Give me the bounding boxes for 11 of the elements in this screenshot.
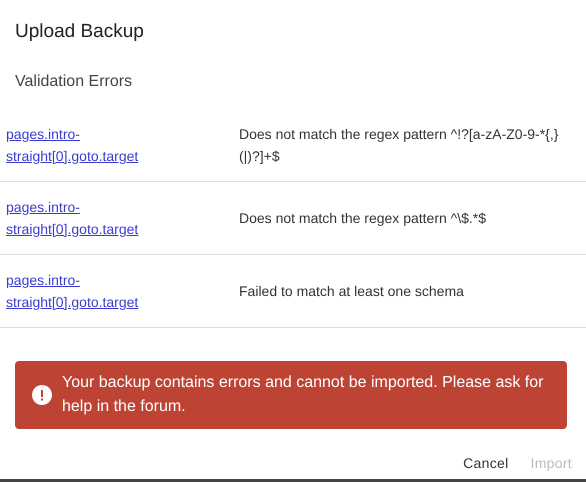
error-message: Does not match the regex pattern ^!?[a-zA-Z0-9-*{,}(|)?]+$ xyxy=(239,125,559,166)
dialog-button[interactable]: Cancel xyxy=(455,449,517,477)
error-path-link[interactable]: pages.intro-straight[0].goto.target xyxy=(6,269,156,313)
section-heading: Validation Errors xyxy=(14,72,134,92)
error-path-link[interactable]: pages.intro-straight[0].goto.target xyxy=(6,196,156,240)
error-message: Does not match the regex pattern ^\$.*$ xyxy=(239,209,486,228)
dialog-title: Upload Backup xyxy=(14,20,145,44)
error-path-link[interactable]: pages.intro-straight[0].goto.target xyxy=(6,123,156,167)
error-message: Failed to match at least one schema xyxy=(239,282,464,301)
exclamation-icon xyxy=(32,385,52,405)
alert-message: Your backup contains errors and cannot be imported. Please ask for help in the forum. xyxy=(62,373,544,417)
